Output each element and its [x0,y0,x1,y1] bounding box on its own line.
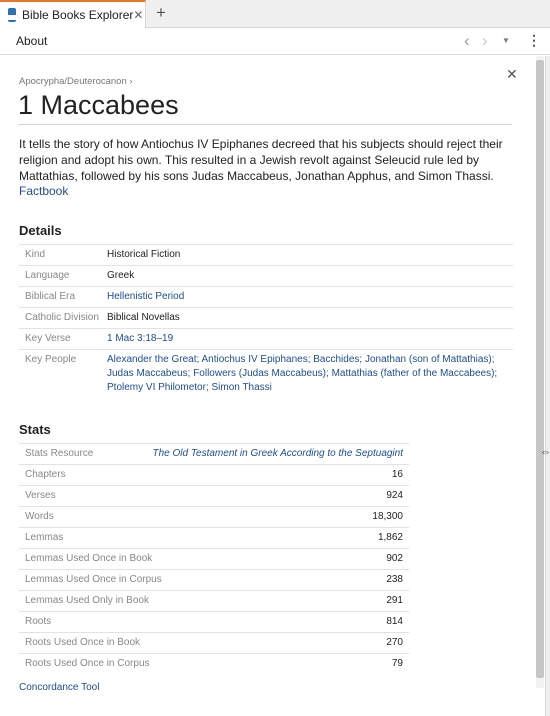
stats-value: 902 [386,553,403,564]
chevron-right-icon[interactable]: › [482,31,488,51]
stats-row: Roots Used Once in Book 270 [19,633,409,654]
detail-value-division: Biblical Novellas [107,312,180,323]
detail-label: Kind [25,249,46,260]
close-icon[interactable]: ✕ [133,8,143,22]
stats-label: Stats Resource [25,448,94,459]
window-edge [545,56,550,716]
key-person-link[interactable]: Alexander the Great [107,354,197,365]
details-heading: Details [19,223,62,238]
key-people-separator: ; [494,368,498,379]
stats-row: Verses 924 [19,486,409,507]
key-person-link[interactable]: Mattathias (father of the Maccabees) [332,368,495,379]
scrollbar-thumb[interactable] [536,60,544,678]
book-description: It tells the story of how Antiochus IV E… [19,137,503,183]
stats-row: Stats Resource The Old Testament in Greek… [19,444,409,465]
stats-row: Lemmas 1,862 [19,528,409,549]
stats-value: 16 [391,469,403,480]
key-person-link[interactable]: Jonathan (son of Mattathias) [365,354,492,365]
detail-label: Catholic Division [25,312,99,323]
stats-row: Chapters 16 [19,465,409,486]
tab-strip: Bible Books Explorer ✕ + [0,0,550,28]
resize-arrows-icon[interactable]: ⇔ [540,446,550,458]
stats-resource-link[interactable]: The Old Testament in Greek According to … [152,447,403,461]
detail-value-language: Greek [107,270,135,281]
key-person-link[interactable]: Simon Thassi [212,382,272,393]
stats-row: Roots 814 [19,612,409,633]
details-row-key-verse: Key Verse 1 Mac 3:18–19 [19,329,513,350]
key-person-link[interactable]: Judas Maccabeus [107,368,188,379]
stats-label: Lemmas Used Once in Corpus [25,574,162,585]
stats-label: Words [25,511,54,522]
details-row-kind: Kind Historical Fiction [19,245,513,266]
stats-row: Words 18,300 [19,507,409,528]
stats-label: Roots Used Once in Corpus [25,658,150,669]
concordance-tool-link[interactable]: Concordance Tool [19,682,99,693]
about-menu[interactable]: About [16,34,47,48]
tab-title: Bible Books Explorer [22,8,134,22]
stats-label: Lemmas Used Once in Book [25,553,153,564]
stats-label: Lemmas [25,532,64,543]
key-verse-link[interactable]: 1 Mac 3:18–19 [107,332,513,346]
stats-label: Chapters [25,469,66,480]
details-table: Kind Historical Fiction Language Greek B… [19,244,513,398]
key-people-separator: ; [491,354,495,365]
new-tab-button[interactable]: + [152,4,170,22]
detail-label: Key People [25,354,77,365]
stats-value: 291 [386,595,403,606]
stats-table: Stats Resource The Old Testament in Greek… [19,443,409,674]
chevron-down-icon[interactable]: ▼ [502,36,510,45]
page-title: 1 Maccabees [18,90,179,120]
stats-value: 238 [386,574,403,585]
more-vertical-icon[interactable]: ⋮ [527,32,541,49]
stats-value: 814 [386,616,403,627]
details-row-language: Language Greek [19,266,513,287]
key-person-link[interactable]: Antiochus IV Epiphanes [202,354,308,365]
key-people-list: Alexander the Great; Antiochus IV Epipha… [107,353,513,395]
tab-bible-books-explorer[interactable]: Bible Books Explorer ✕ [0,0,146,28]
details-row-key-people: Key People Alexander the Great; Antiochu… [19,350,513,398]
stats-label: Roots Used Once in Book [25,637,141,648]
stats-row: Lemmas Used Only in Book 291 [19,591,409,612]
stats-value: 79 [391,658,403,669]
biblical-era-link[interactable]: Hellenistic Period [107,290,513,304]
breadcrumb[interactable]: Apocrypha/Deuterocanon › [19,76,133,87]
details-row-era: Biblical Era Hellenistic Period [19,287,513,308]
panel-close-button[interactable]: ✕ [506,66,518,83]
chevron-left-icon[interactable]: ‹ [464,31,470,51]
toolbar: About ‹ › ▼ ⋮ [0,28,550,55]
key-person-link[interactable]: Ptolemy VI Philometor [107,382,206,393]
details-row-division: Catholic Division Biblical Novellas [19,308,513,329]
app-icon [8,8,16,22]
stats-label: Roots [25,616,52,627]
detail-value-kind: Historical Fiction [107,249,181,260]
key-person-link[interactable]: Followers (Judas Maccabeus) [193,368,326,379]
stats-value: 1,862 [377,532,403,543]
stats-label: Verses [25,490,56,501]
detail-label: Language [25,270,70,281]
key-person-link[interactable]: Bacchides [313,354,359,365]
stats-value: 924 [386,490,403,501]
detail-label: Key Verse [25,333,71,344]
detail-label: Biblical Era [25,291,76,302]
factbook-link[interactable]: Factbook [19,184,68,198]
stats-label: Lemmas Used Only in Book [25,595,149,606]
stats-value: 18,300 [372,511,403,522]
stats-row: Lemmas Used Once in Corpus 238 [19,570,409,591]
stats-heading: Stats [19,422,51,437]
stats-row: Roots Used Once in Corpus 79 [19,654,409,674]
title-divider [18,124,512,125]
stats-value: 270 [386,637,403,648]
stats-row: Lemmas Used Once in Book 902 [19,549,409,570]
